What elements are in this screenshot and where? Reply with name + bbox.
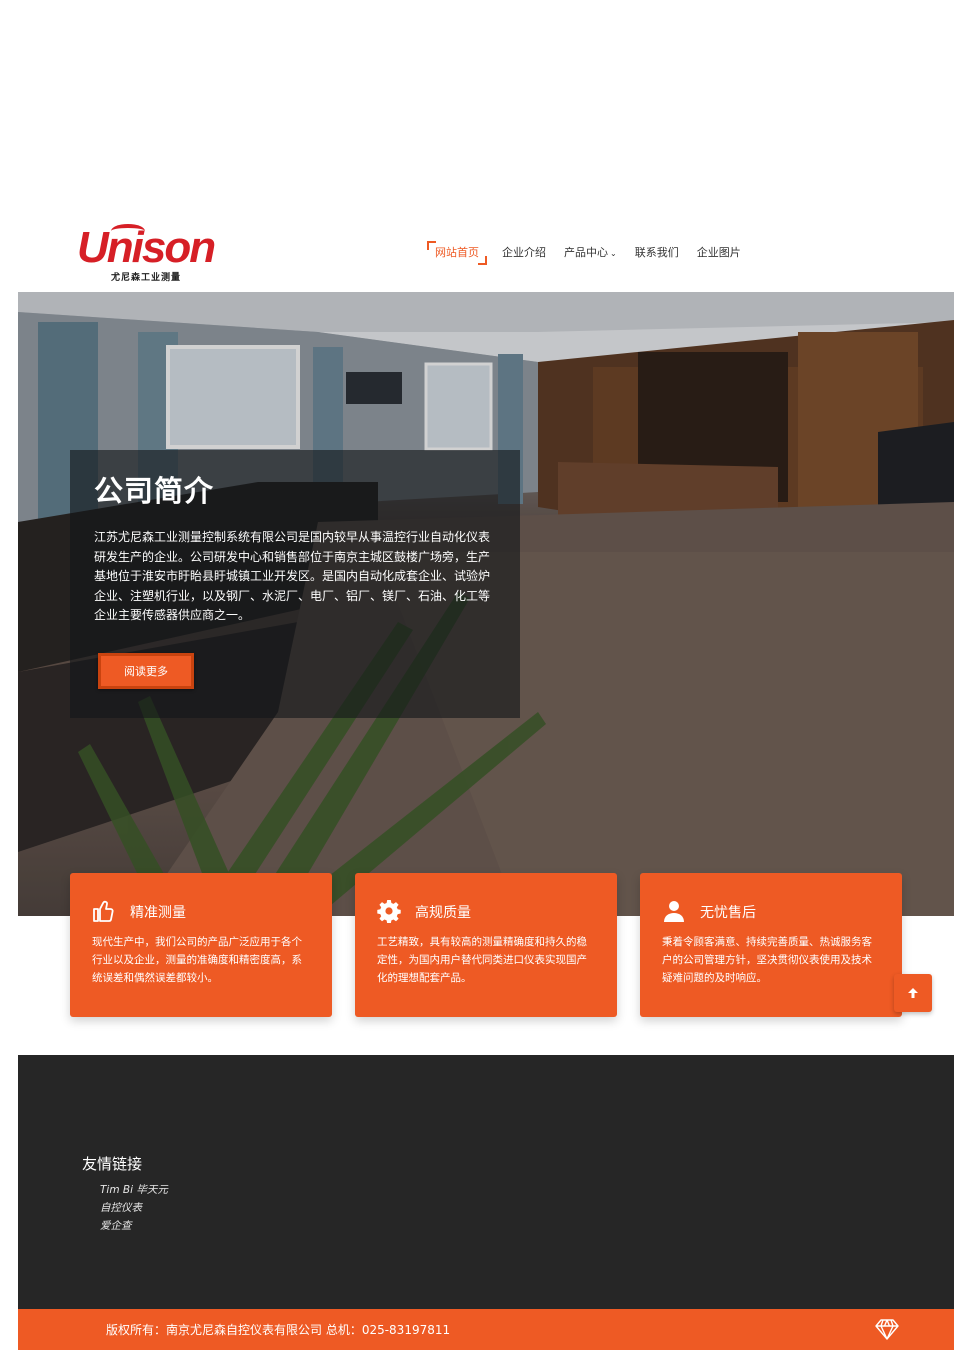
chevron-down-icon: ⌄ [610,248,617,258]
nav-label: 企业介绍 [502,246,546,259]
friend-links-title: 友情链接 [82,1155,143,1173]
feature-title: 无忧售后 [700,905,756,921]
friend-link[interactable]: 自控仪表 [100,1200,142,1215]
feature-title: 高规质量 [415,905,471,921]
nav-item-home[interactable]: 网站首页 [427,241,487,265]
arrow-up-icon [908,988,918,998]
nav-item-about[interactable]: 企业介绍 [502,244,546,262]
footer: 友情链接 Tim Bi 毕天元 自控仪表 爱企查 [18,1055,954,1309]
user-icon [664,901,684,922]
friend-link[interactable]: Tim Bi 毕天元 [100,1182,168,1197]
copyright-text: 版权所有：南京尤尼森自控仪表有限公司 总机：025-83197811 [106,1323,451,1337]
nav-label: 网站首页 [435,246,479,259]
friend-link[interactable]: 爱企查 [100,1218,132,1233]
nav-label: 企业图片 [696,246,741,259]
logo[interactable]: Unison 尤尼森工业测量 [75,222,216,284]
nav-item-products[interactable]: 产品中心 ⌄ [564,244,617,263]
nav-item-contact[interactable]: 联系我们 [635,244,679,262]
feature-title: 精准测量 [130,905,186,921]
intro-text: 江苏尤尼森工业测量控制系统有限公司是国内较早从事温控行业自动化仪表研发生产的企业… [94,530,491,623]
company-intro-box: 公司简介 江苏尤尼森工业测量控制系统有限公司是国内较早从事温控行业自动化仪表研发… [70,450,520,718]
feature-desc: 秉着令顾客满意、持续完善质量、热诚服务客户的公司管理方针，坚决贯彻仪表使用及技术… [662,936,872,984]
nav-item-gallery[interactable]: 企业图片 [697,244,741,262]
main-nav: 网站首页 企业介绍 产品中心 ⌄ 联系我们 企业图片 [427,241,759,265]
back-to-top-button[interactable] [894,974,932,1012]
diamond-icon [875,1319,899,1340]
feature-desc: 工艺精致，具有较高的测量精确度和持久的稳定性，为国内用户替代同类进口仪表实现国产… [377,936,587,984]
intro-title: 公司简介 [94,474,215,508]
hero-banner: 公司简介 江苏尤尼森工业测量控制系统有限公司是国内较早从事温控行业自动化仪表研发… [18,292,954,916]
feature-card-quality: 高规质量 工艺精致，具有较高的测量精确度和持久的稳定性，为国内用户替代同类进口仪… [355,873,617,1017]
feature-card-service: 无忧售后 秉着令顾客满意、持续完善质量、热诚服务客户的公司管理方针，坚决贯彻仪表… [640,873,902,1017]
logo-text: Unison [77,223,216,272]
nav-label: 产品中心 [564,245,608,259]
feature-desc: 现代生产中，我们公司的产品广泛应用于各个行业以及企业，测量的准确度和精密度高，系… [92,936,302,984]
feature-card-precision: 精准测量 现代生产中，我们公司的产品广泛应用于各个行业以及企业，测量的准确度和精… [70,873,332,1017]
nav-label: 联系我们 [634,246,679,259]
logo-subtext: 尤尼森工业测量 [111,273,182,283]
read-more-button[interactable]: 阅读更多 [98,653,194,689]
thumbs-up-icon [93,900,114,922]
copyright-bar: 版权所有：南京尤尼森自控仪表有限公司 总机：025-83197811 [18,1309,954,1350]
gear-icon [377,900,401,923]
